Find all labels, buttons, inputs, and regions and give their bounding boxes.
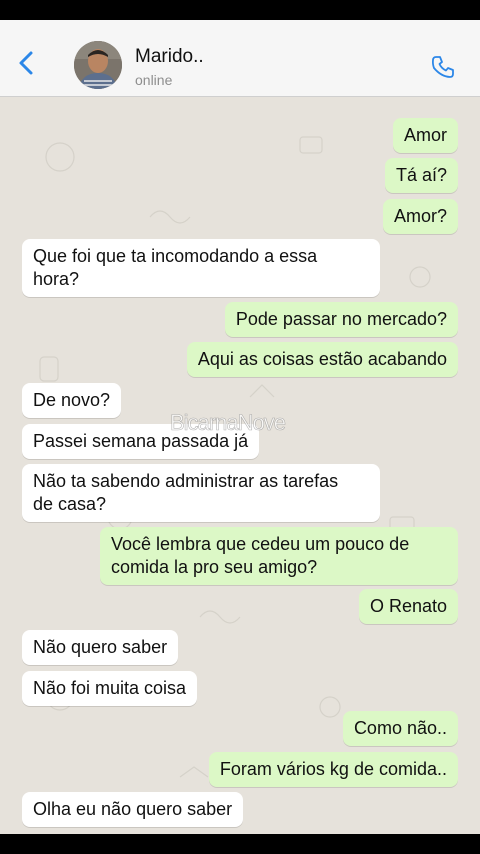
message-bubble-outgoing[interactable]: O Renato	[358, 589, 458, 624]
message-bubble-outgoing[interactable]: Amor	[392, 118, 458, 153]
bottom-black-bar	[0, 834, 480, 854]
message-bubble-incoming[interactable]: Que foi que ta incomodando a essa hora?	[22, 239, 380, 297]
message-bubble-outgoing[interactable]: Amor?	[382, 199, 458, 234]
message-bubble-incoming[interactable]: Não quero saber	[22, 630, 179, 665]
watermark: BicarnaNove	[170, 410, 287, 436]
message-bubble-outgoing[interactable]: Foram vários kg de comida..	[208, 752, 458, 787]
avatar[interactable]	[74, 41, 122, 89]
chat-header: Marido.. online	[0, 20, 480, 97]
message-bubble-outgoing[interactable]: Tá aí?	[384, 158, 458, 193]
message-bubble-incoming[interactable]: Não foi muita coisa	[22, 671, 198, 706]
chevron-left-icon[interactable]	[14, 50, 40, 76]
message-bubble-outgoing[interactable]: Pode passar no mercado?	[224, 302, 458, 337]
chat-area[interactable]: Amor Tá aí? Amor? Que foi que ta incomod…	[0, 97, 480, 834]
contact-status: online	[135, 72, 173, 88]
phone-icon[interactable]	[430, 54, 456, 80]
message-bubble-outgoing[interactable]: Aqui as coisas estão acabando	[186, 342, 458, 377]
top-black-bar	[0, 0, 480, 20]
contact-name[interactable]: Marido..	[135, 46, 204, 68]
message-bubble-outgoing[interactable]: Você lembra que cedeu um pouco de comida…	[100, 527, 458, 585]
message-bubble-incoming[interactable]: Olha eu não quero saber	[22, 792, 244, 827]
message-bubble-incoming[interactable]: Não ta sabendo administrar as tarefas de…	[22, 464, 380, 522]
message-bubble-incoming[interactable]: De novo?	[22, 383, 122, 418]
message-bubble-outgoing[interactable]: Como não..	[342, 711, 458, 746]
